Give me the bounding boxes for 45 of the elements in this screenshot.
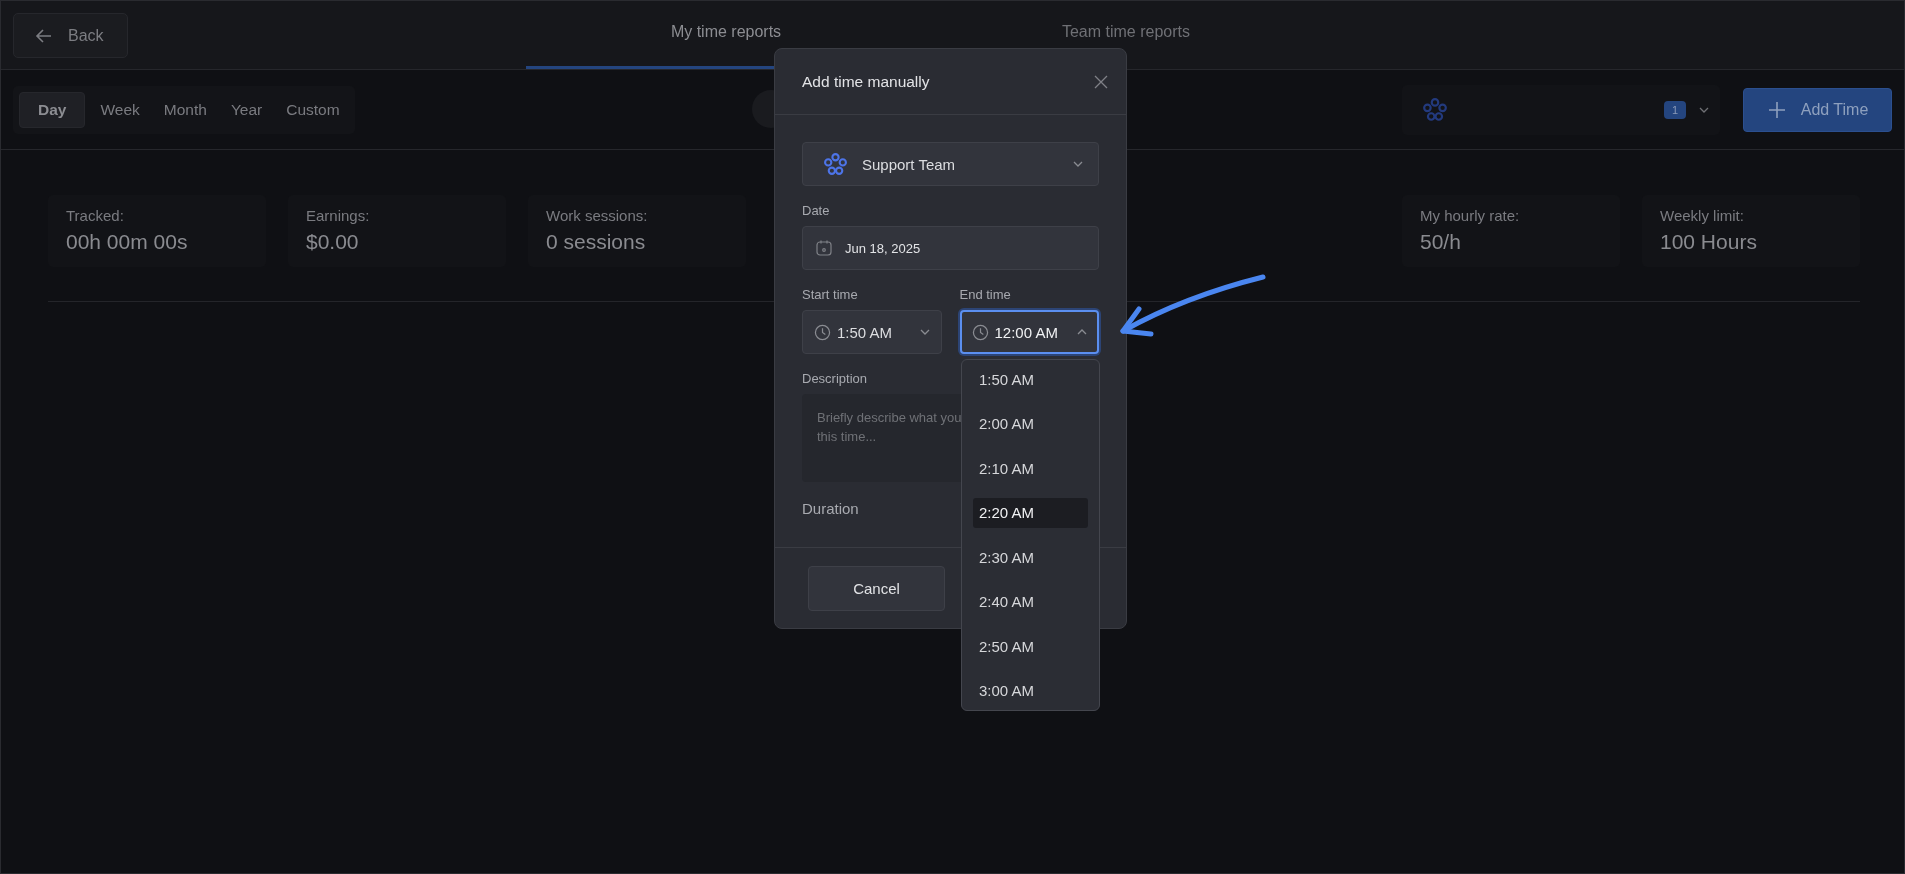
stat-label: Work sessions:	[546, 207, 649, 224]
time-option[interactable]: 2:10 AM	[973, 453, 1088, 483]
count-badge: 1	[1663, 100, 1686, 119]
range-tab[interactable]: Day	[19, 91, 86, 128]
time-option[interactable]: 2:50 AM	[973, 631, 1088, 661]
stat-value: 0 sessions	[546, 230, 647, 254]
time-option[interactable]: 2:40 AM	[973, 586, 1088, 617]
dialog-title: Add time manually	[802, 72, 930, 91]
calendar-icon	[815, 239, 833, 257]
range-tab[interactable]: Week	[91, 91, 149, 128]
team-logo-icon	[823, 151, 848, 177]
field-label: End time	[959, 287, 1011, 302]
team-logo-icon	[1422, 96, 1448, 123]
end-time-select[interactable]: 12:00 AM	[959, 310, 1099, 354]
clock-icon	[814, 323, 831, 341]
stat-label: Tracked:	[66, 207, 125, 224]
plus-icon	[1766, 99, 1787, 120]
field-label: Date	[802, 203, 830, 218]
clock-icon	[971, 323, 989, 341]
close-icon[interactable]	[1094, 74, 1108, 89]
stat-value: 50/h	[1420, 230, 1462, 254]
start-time-select[interactable]: 1:50 AM	[802, 310, 942, 354]
cancel-button[interactable]: Cancel	[808, 565, 945, 611]
time-option[interactable]: 2:20 AM	[973, 497, 1088, 528]
field-label: Start time	[802, 287, 858, 302]
stat-label: Earnings:	[306, 207, 371, 224]
team-select[interactable]: Support Team	[802, 142, 1099, 186]
tab[interactable]: Team time reports	[926, 1, 1326, 69]
time-option[interactable]: 3:00 AM	[973, 675, 1088, 706]
time-option[interactable]: 2:00 AM	[973, 408, 1088, 439]
back-button[interactable]: Back	[13, 13, 128, 58]
stat-value: 100 Hours	[1660, 230, 1758, 254]
stat-label: My hourly rate:	[1420, 207, 1521, 224]
stat-label: Weekly limit:	[1660, 207, 1745, 224]
range-tab[interactable]: Custom	[277, 91, 349, 128]
date-field[interactable]: Jun 18, 2025	[802, 226, 1099, 270]
duration-label: Duration	[802, 500, 859, 517]
range-tab[interactable]: Month	[154, 91, 216, 128]
time-option[interactable]: 2:30 AM	[973, 542, 1088, 572]
time-option[interactable]: 1:50 AM	[973, 364, 1088, 394]
stat-value: 00h 00m 00s	[66, 230, 189, 254]
range-tab[interactable]: Year	[221, 91, 272, 128]
add-time-button[interactable]: Add Time	[1743, 87, 1892, 132]
field-label: Description	[802, 371, 868, 386]
stat-value: $0.00	[306, 230, 360, 254]
